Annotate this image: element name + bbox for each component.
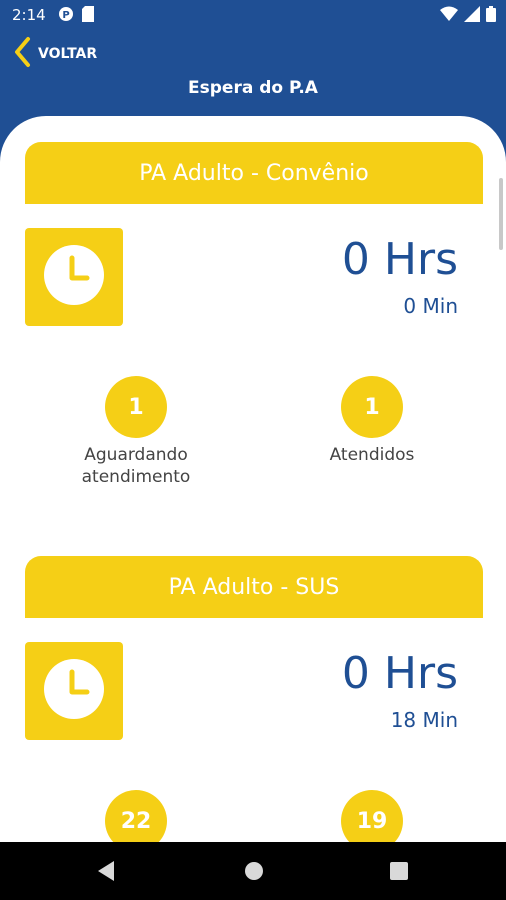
square-recents-icon[interactable] — [389, 860, 409, 887]
card-title: PA Adulto - SUS — [168, 574, 340, 600]
page-title: Espera do P.A — [188, 78, 318, 98]
circle-home-icon[interactable] — [243, 860, 265, 887]
served-count: 19 — [341, 790, 403, 842]
sim-card-icon — [82, 5, 94, 27]
waiting-label: Aguardando atendimento — [81, 445, 191, 487]
status-icons-right — [440, 5, 496, 27]
served-count: 1 — [341, 376, 403, 438]
status-bar: 2:14 P — [0, 0, 506, 32]
card-header-convenio: PA Adulto - Convênio — [25, 142, 483, 204]
back-button[interactable]: VOLTAR — [12, 36, 98, 73]
wait-hours: 0 Hrs — [341, 648, 458, 699]
svg-text:P: P — [62, 10, 69, 21]
content-panel[interactable]: PA Adulto - Convênio 0 Hrs 0 Min 1 Aguar… — [0, 116, 506, 842]
waiting-count: 1 — [105, 376, 167, 438]
served-stat: 19 — [272, 790, 472, 842]
waiting-count: 22 — [105, 790, 167, 842]
clock-tile — [25, 228, 123, 326]
wait-minutes: 18 Min — [390, 708, 458, 732]
served-label: Atendidos — [329, 445, 415, 465]
waiting-stat: 22 — [36, 790, 236, 842]
wait-hours: 0 Hrs — [341, 234, 458, 285]
clock-icon — [43, 658, 105, 725]
card-header-sus: PA Adulto - SUS — [25, 556, 483, 618]
clock-icon — [43, 244, 105, 311]
waiting-stat: 1 Aguardando atendimento — [36, 376, 236, 488]
system-nav-bar — [0, 842, 506, 900]
notification-app-icon: P — [58, 6, 74, 27]
status-time: 2:14 — [12, 6, 46, 24]
back-label: VOLTAR — [38, 46, 98, 62]
wait-minutes: 0 Min — [403, 294, 458, 318]
status-icons-left: P — [58, 5, 94, 27]
card-title: PA Adulto - Convênio — [139, 160, 369, 186]
wifi-icon — [440, 6, 458, 27]
triangle-back-icon[interactable] — [96, 860, 116, 887]
served-stat: 1 Atendidos — [272, 376, 472, 466]
battery-icon — [486, 5, 496, 27]
signal-icon — [464, 5, 480, 27]
scrollbar[interactable] — [499, 178, 503, 250]
chevron-left-icon — [12, 36, 32, 73]
clock-tile — [25, 642, 123, 740]
